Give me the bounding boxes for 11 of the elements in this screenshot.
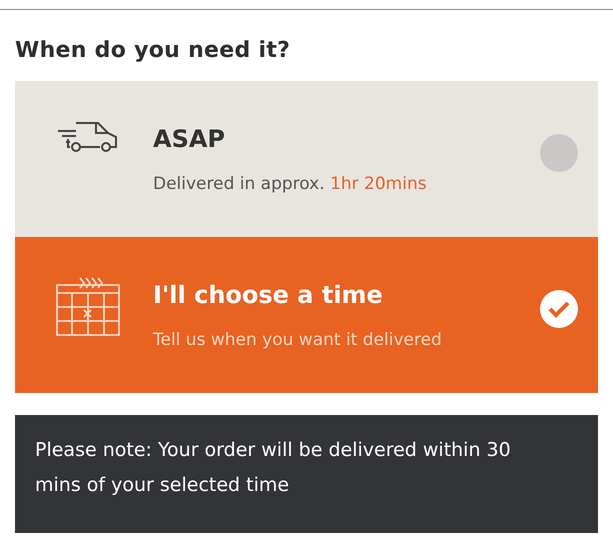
option-title: I'll choose a time <box>153 281 384 309</box>
radio-button[interactable] <box>540 134 578 172</box>
calendar-icon <box>56 275 120 337</box>
option-title: ASAP <box>153 125 226 153</box>
delivery-option-card[interactable]: ASAP Delivered in approx. 1hr 20mins <box>15 81 598 237</box>
section-heading: When do you need it? <box>14 37 292 65</box>
delivery-note: Please note: Your order will be delivered within 30 mins of your selected time <box>15 415 598 533</box>
option-description: Delivered in approx. 1hr 20mins <box>153 173 428 196</box>
checkmark-icon <box>540 290 578 328</box>
option-description: Tell us when you want it delivered <box>153 329 443 352</box>
delivery-van-icon <box>56 119 120 153</box>
